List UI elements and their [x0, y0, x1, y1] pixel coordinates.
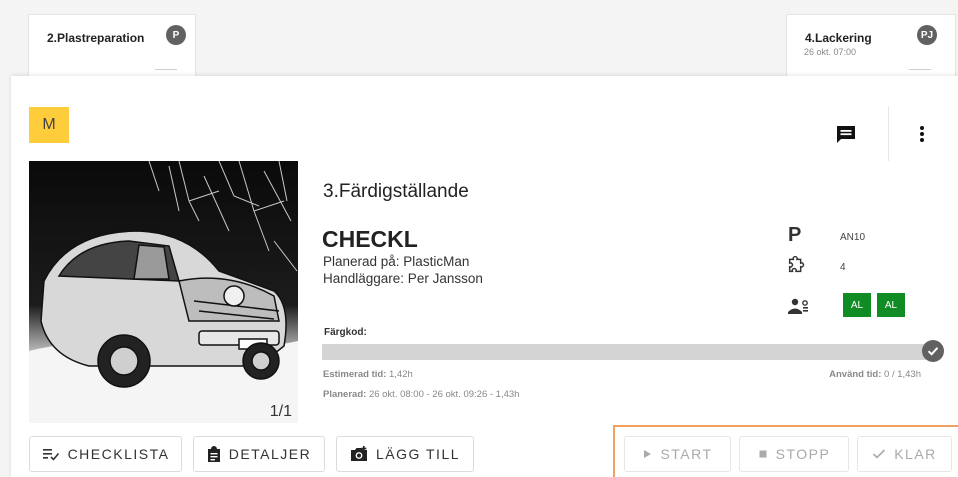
planned-on: Planerad på: PlasticMan [323, 254, 470, 269]
planned-time: Planerad: 26 okt. 08:00 - 26 okt. 09:26 … [323, 389, 519, 400]
vehicle-photo-image [29, 161, 298, 423]
parts-count: 4 [840, 262, 846, 273]
people-icon [788, 298, 808, 314]
photo-counter: 1/1 [269, 403, 292, 420]
assignee-badge[interactable]: AL [843, 293, 871, 317]
checklist-button[interactable]: CHECKLISTA [29, 436, 182, 472]
stop-icon [759, 450, 767, 458]
parking-icon: P [788, 224, 802, 246]
check-circle-icon [922, 340, 944, 362]
category-badge: M [29, 107, 69, 143]
stop-button-label: STOPP [775, 446, 831, 462]
check-icon [873, 449, 886, 459]
used-time: Använd tid: 0 / 1,43h [829, 369, 921, 380]
details-button[interactable]: DETALJER [193, 436, 325, 472]
stage-card-plastreparation[interactable]: 2.Plastreparation P [28, 14, 196, 76]
stage-title: 3.Färdigställande [323, 181, 469, 202]
job-code: CHECKL [322, 226, 418, 252]
stage-card-lackering[interactable]: 4.Lackering 26 okt. 07:00 PJ [786, 14, 956, 76]
message-icon[interactable] [834, 122, 858, 146]
start-button[interactable]: START [624, 436, 731, 472]
estimated-time-value: 1,42h [389, 369, 413, 380]
more-vert-icon[interactable] [912, 122, 932, 146]
color-code-label: Färgkod: [324, 327, 367, 338]
clipboard-icon [207, 445, 220, 462]
stage-card-title: 2.Plastreparation [47, 31, 145, 45]
stop-button[interactable]: STOPP [739, 436, 849, 472]
estimated-time-label: Estimerad tid: [323, 369, 387, 380]
start-button-label: START [660, 446, 713, 462]
time-progress-bar [322, 344, 926, 360]
done-button-label: KLAR [894, 446, 937, 462]
avatar: PJ [917, 25, 937, 45]
planned-time-value: 26 okt. 08:00 - 26 okt. 09:26 - 1,43h [368, 389, 520, 400]
used-time-value: 0 / 1,43h [884, 369, 921, 380]
checklist-icon [42, 449, 59, 461]
add-photo-button[interactable]: LÄGG TILL [336, 436, 474, 472]
avatar: P [166, 25, 186, 45]
stage-card-date: 26 okt. 07:00 [804, 47, 857, 57]
parking-value: AN10 [840, 232, 866, 243]
details-button-label: DETALJER [228, 446, 312, 462]
add-photo-icon [350, 446, 367, 461]
card-handle [155, 69, 177, 70]
job-detail-panel: M 1/1 3.Färdigställande CHECKL Planerad … [11, 76, 958, 477]
stage-card-title: 4.Lackering [805, 31, 872, 45]
assignee-badge[interactable]: AL [877, 293, 905, 317]
puzzle-icon [788, 255, 805, 273]
play-icon [644, 450, 652, 458]
used-time-label: Använd tid: [829, 369, 882, 380]
handler: Handläggare: Per Jansson [323, 271, 483, 286]
card-handle [909, 69, 931, 70]
estimated-time: Estimerad tid: 1,42h [323, 369, 413, 380]
planned-time-label: Planerad: [323, 389, 367, 400]
vehicle-photo[interactable]: 1/1 [29, 161, 298, 423]
toolbar-divider [888, 106, 889, 161]
done-button[interactable]: KLAR [857, 436, 952, 472]
checklist-button-label: CHECKLISTA [67, 446, 170, 462]
add-photo-button-label: LÄGG TILL [375, 446, 461, 462]
